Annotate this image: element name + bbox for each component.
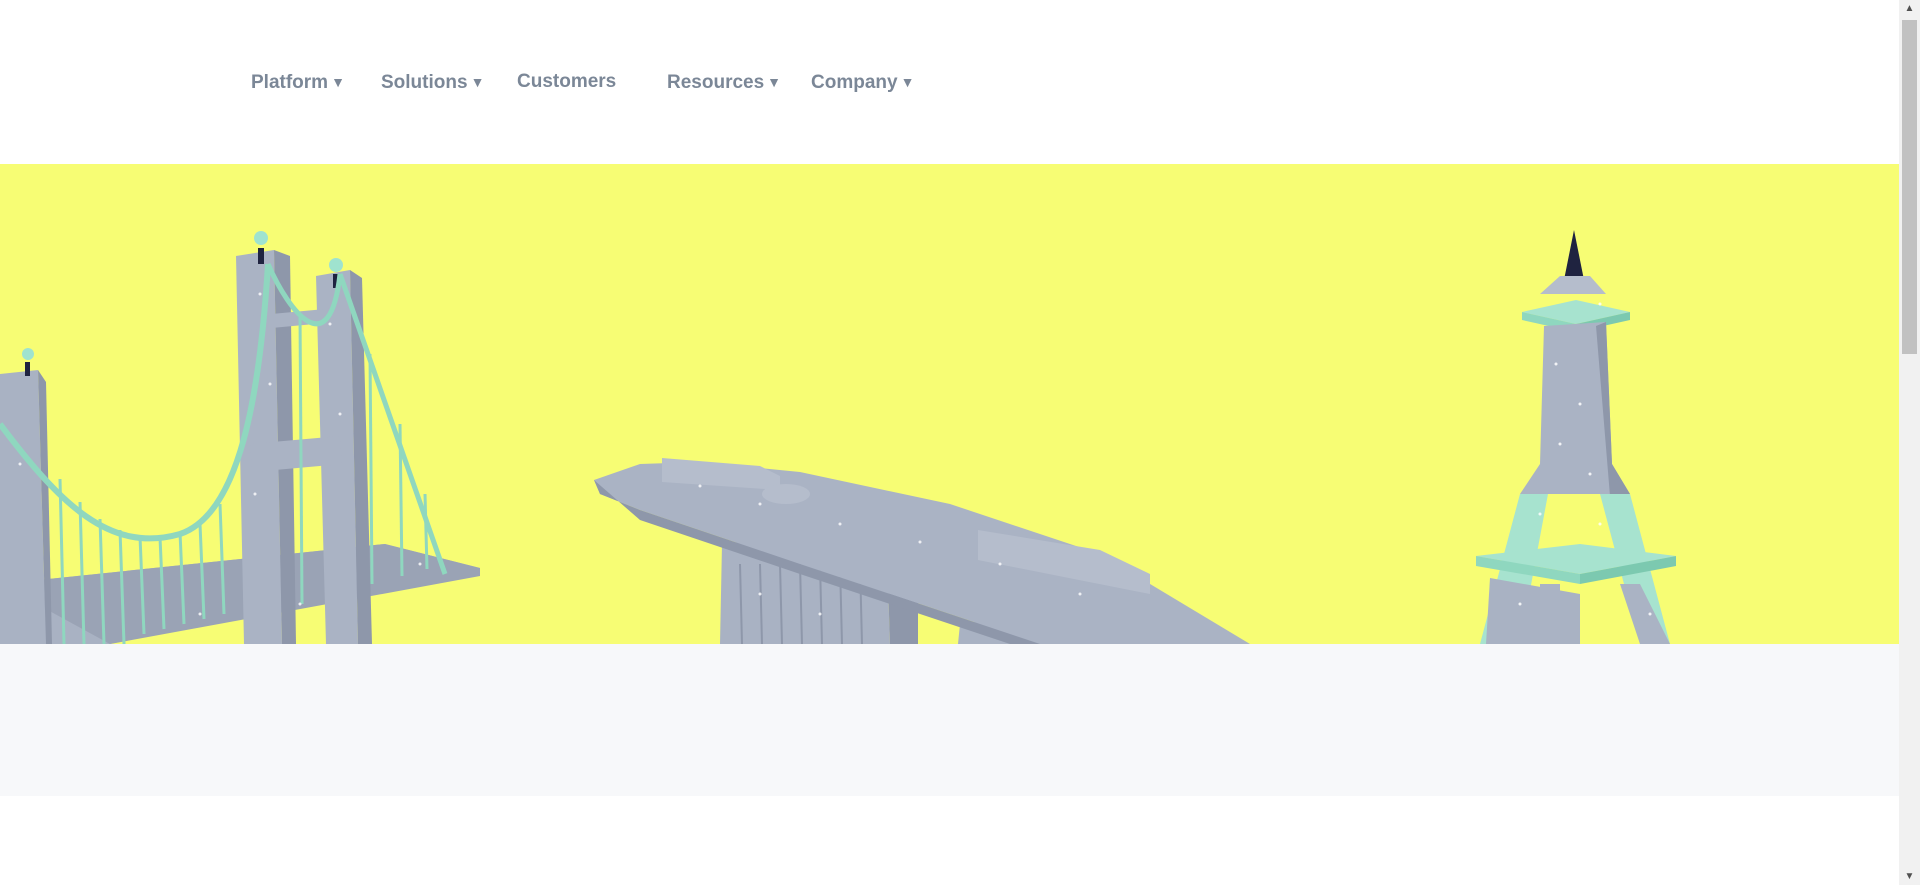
chevron-down-icon: ▼ — [470, 74, 485, 90]
nav-item-platform[interactable]: Platform ▼ — [251, 70, 345, 94]
nav-item-label: Solutions — [381, 72, 468, 93]
vertical-scrollbar[interactable]: ▲ ▼ — [1899, 0, 1920, 885]
content-band — [0, 644, 1899, 796]
nav-item-resources[interactable]: Resources ▼ — [667, 70, 781, 94]
marina-bay-sands-illustration — [594, 458, 1250, 644]
nav-item-label: Resources — [667, 72, 765, 93]
scroll-up-icon[interactable]: ▲ — [1899, 0, 1920, 17]
nav-item-solutions[interactable]: Solutions ▼ — [381, 70, 484, 94]
nav-item-customers[interactable]: Customers — [517, 70, 616, 94]
chevron-down-icon: ▼ — [331, 74, 345, 90]
scroll-down-icon[interactable]: ▼ — [1899, 868, 1920, 885]
scrollbar-thumb[interactable] — [1902, 20, 1917, 354]
nav-item-label: Platform — [251, 72, 329, 93]
hero-illustration — [0, 230, 1676, 644]
nav-item-label: Customers — [517, 71, 617, 92]
chevron-down-icon: ▼ — [767, 74, 782, 90]
nav-item-label: Company — [811, 72, 898, 93]
chevron-down-icon: ▼ — [900, 74, 915, 90]
hero-banner — [0, 164, 1899, 644]
nav-item-company[interactable]: Company ▼ — [811, 70, 914, 94]
site-header: Platform ▼ Solutions ▼ Customers Resources… — [0, 0, 1899, 164]
suspension-bridge-illustration — [0, 231, 480, 644]
eiffel-tower-illustration — [1476, 230, 1676, 644]
